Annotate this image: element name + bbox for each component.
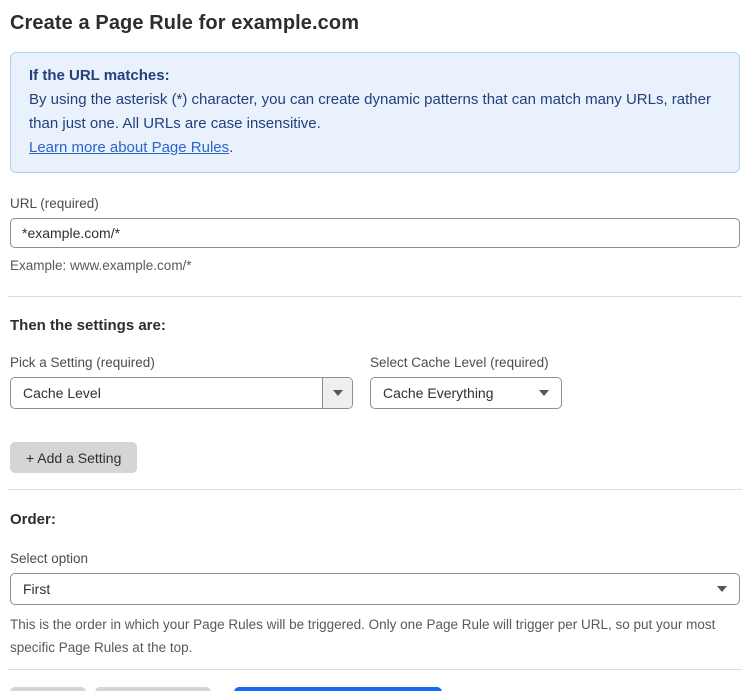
order-select-value: First (23, 581, 51, 597)
info-banner-heading: If the URL matches: (29, 67, 170, 84)
divider (8, 296, 742, 297)
create-page-rule-form: Create a Page Rule for example.com If th… (0, 0, 750, 691)
cache-level-select[interactable]: Cache Everything (370, 377, 562, 409)
footer-buttons: Cancel Save as Draft Save and Deploy Pag… (10, 687, 740, 691)
cache-level-select-value: Cache Everything (383, 385, 494, 401)
info-banner-body: By using the asterisk (*) character, you… (29, 91, 711, 132)
order-helper-text: This is the order in which your Page Rul… (10, 617, 716, 655)
order-section-heading: Order: (10, 511, 56, 528)
setting-select-label: Pick a Setting (required) (10, 355, 155, 370)
settings-row: Pick a Setting (required) Cache Level Se… (10, 355, 740, 409)
link-suffix: . (229, 139, 234, 156)
url-field-label: URL (required) (10, 196, 99, 211)
add-setting-button[interactable]: + Add a Setting (10, 442, 138, 473)
cache-level-select-group: Select Cache Level (required) Cache Ever… (370, 355, 562, 409)
setting-select[interactable]: Cache Level (10, 377, 353, 409)
order-select[interactable]: First (10, 573, 740, 605)
divider (8, 489, 742, 490)
setting-select-group: Pick a Setting (required) Cache Level (10, 355, 353, 409)
setting-select-value: Cache Level (23, 385, 101, 401)
url-match-info-banner: If the URL matches: By using the asteris… (10, 52, 740, 173)
chevron-down-icon (539, 390, 561, 396)
divider (8, 669, 742, 670)
learn-more-link[interactable]: Learn more about Page Rules (29, 139, 229, 156)
url-field-helper: Example: www.example.com/* (10, 258, 192, 273)
cache-level-select-label: Select Cache Level (required) (370, 355, 549, 370)
info-banner-link-line: Learn more about Page Rules. (29, 136, 721, 160)
cancel-button[interactable]: Cancel (10, 687, 86, 691)
url-input[interactable] (10, 218, 740, 248)
settings-section-heading: Then the settings are: (10, 317, 166, 334)
page-title: Create a Page Rule for example.com (10, 12, 360, 34)
chevron-down-icon (322, 378, 352, 408)
order-select-label: Select option (10, 551, 89, 566)
save-and-deploy-button[interactable]: Save and Deploy Page Rule (234, 687, 443, 691)
chevron-down-icon (717, 586, 739, 592)
save-as-draft-button[interactable]: Save as Draft (94, 687, 212, 691)
